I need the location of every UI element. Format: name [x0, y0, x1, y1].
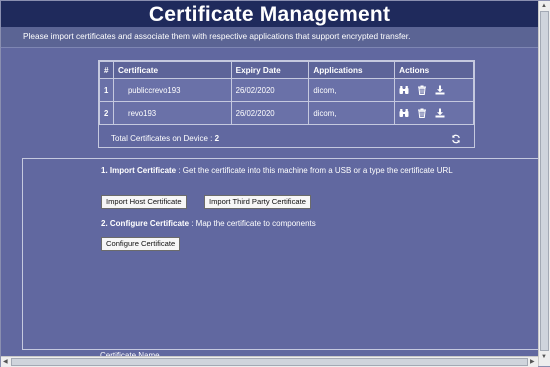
column-header-certificate: Certificate	[112, 61, 232, 79]
certificate-name-cell: publiccrevo193	[112, 78, 232, 102]
scroll-right-icon[interactable]: ▶	[530, 358, 535, 366]
column-header-expiry: Expiry Date	[230, 61, 310, 79]
certificate-table: # Certificate Expiry Date Applications A…	[99, 61, 474, 125]
expiry-date: 26/02/2020	[230, 101, 310, 125]
horizontal-scroll-thumb[interactable]	[11, 358, 528, 366]
page-title: Certificate Management	[148, 3, 391, 26]
column-header-number: #	[99, 61, 114, 79]
scroll-up-icon[interactable]: ▲	[541, 2, 547, 10]
total-label: Total Certificates on Device :	[111, 134, 213, 143]
total-certificates: Total Certificates on Device : 2	[111, 134, 219, 143]
subtitle-bar: Please import certificates and associate…	[1, 27, 538, 48]
certificate-name-label: Certificate Name	[100, 351, 160, 356]
table-row: 1 publiccrevo193 26/02/2020 dicom,	[99, 78, 474, 102]
trash-icon[interactable]	[417, 85, 427, 95]
certificate-name: publiccrevo193	[127, 85, 181, 95]
vertical-scroll-thumb[interactable]	[540, 11, 549, 351]
binoculars-icon[interactable]	[399, 85, 409, 95]
import-step-2: 2. Configure Certificate : Map the certi…	[101, 218, 481, 230]
applications: dicom,	[308, 78, 396, 102]
column-header-applications: Applications	[308, 61, 396, 79]
actions-cell	[394, 101, 474, 125]
horizontal-scrollbar[interactable]: ◀ ▶	[1, 356, 538, 367]
header-bar: Certificate Management	[1, 1, 538, 27]
trash-icon[interactable]	[417, 108, 427, 118]
download-icon[interactable]	[435, 108, 445, 118]
vertical-scrollbar[interactable]: ▲ ▼	[538, 1, 550, 366]
scroll-down-icon[interactable]: ▼	[541, 353, 547, 361]
scroll-left-icon[interactable]: ◀	[3, 358, 8, 366]
import-host-certificate-button[interactable]: Import Host Certificate	[101, 195, 187, 209]
import-step-2-text: : Map the certificate to components	[189, 219, 316, 228]
refresh-icon[interactable]	[451, 131, 461, 144]
applications: dicom,	[308, 101, 396, 125]
table-header-row: # Certificate Expiry Date Applications A…	[99, 61, 474, 79]
import-step-1-title: 1. Import Certificate	[101, 166, 177, 175]
column-header-actions: Actions	[394, 61, 474, 79]
configure-certificate-button[interactable]: Configure Certificate	[101, 237, 181, 251]
certificate-name-cell: revo193	[112, 101, 232, 125]
import-step-1-text: : Get the certificate into this machine …	[176, 166, 453, 175]
download-icon[interactable]	[435, 85, 445, 95]
actions-cell	[394, 78, 474, 102]
binoculars-icon[interactable]	[399, 108, 409, 118]
total-count: 2	[214, 134, 220, 143]
row-number: 2	[99, 101, 114, 125]
page-subtitle: Please import certificates and associate…	[23, 31, 411, 41]
import-step-1: 1. Import Certificate : Get the certific…	[101, 165, 481, 177]
certificate-table-panel: # Certificate Expiry Date Applications A…	[98, 60, 475, 148]
row-number: 1	[99, 78, 114, 102]
certificate-name: revo193	[127, 108, 157, 118]
import-third-party-certificate-button[interactable]: Import Third Party Certificate	[204, 195, 311, 209]
import-panel: 1. Import Certificate : Get the certific…	[22, 158, 538, 350]
table-row: 2 revo193 26/02/2020 dicom,	[99, 101, 474, 125]
expiry-date: 26/02/2020	[230, 78, 310, 102]
import-step-2-title: 2. Configure Certificate	[101, 219, 190, 228]
